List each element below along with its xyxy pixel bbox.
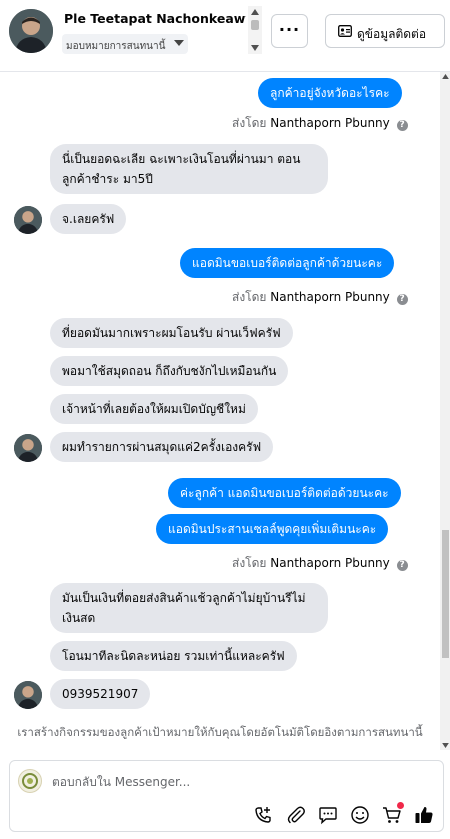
scrollbar-thumb[interactable] <box>251 20 259 30</box>
chevron-down-icon <box>174 40 184 46</box>
assign-label: มอบหมายการสนทนานี้ <box>66 41 166 52</box>
scroll-down-arrow-icon[interactable] <box>251 45 259 51</box>
sender-name[interactable]: Nanthaporn Pbunny <box>270 116 389 130</box>
contact-avatar[interactable] <box>9 9 53 53</box>
info-icon[interactable]: ? <box>396 294 408 305</box>
message-bubble-incoming: เจ้าหน้าที่เลยต้องให้ผมเปิดบัญชีใหม่ <box>50 394 258 424</box>
view-contact-label: ดูข้อมูลติดต่อ <box>357 27 427 41</box>
contact-avatar-small <box>14 206 42 234</box>
contact-card-icon <box>338 25 352 37</box>
assign-conversation-select[interactable]: มอบหมายการสนทนานี้ <box>62 34 188 54</box>
conversation-header: Ple Teetapat Nachonkeawyo มอบหมายการสนทน… <box>0 0 450 72</box>
thumbs-up-icon[interactable] <box>414 805 434 825</box>
scroll-down-arrow-icon[interactable] <box>442 743 449 748</box>
message-bubble-incoming: มันเป็นเงินที่ตอยส่งสินค้าแช้วลูกค้าไม่ย… <box>50 583 328 633</box>
phone-plus-icon[interactable] <box>253 805 273 825</box>
contact-name[interactable]: Ple Teetapat Nachonkeawyo <box>64 11 246 26</box>
chat-scrollbar[interactable] <box>440 72 450 750</box>
name-scrollbar[interactable] <box>248 6 262 54</box>
paperclip-icon[interactable] <box>286 805 306 825</box>
sent-by-prefix: ส่งโดย <box>232 290 267 304</box>
contact-avatar-small <box>14 681 42 709</box>
sent-by-label: ส่งโดย Nanthaporn Pbunny ? <box>232 554 408 573</box>
more-options-button[interactable]: ··· <box>271 14 308 48</box>
sender-name[interactable]: Nanthaporn Pbunny <box>270 556 389 570</box>
notification-dot <box>397 802 404 809</box>
sender-name[interactable]: Nanthaporn Pbunny <box>270 290 389 304</box>
message-bubble-outgoing: แอดมินขอเบอร์ติดต่อลูกค้าด้วยนะคะ <box>180 248 395 278</box>
reply-composer <box>9 760 444 832</box>
info-icon[interactable]: ? <box>396 120 408 131</box>
sent-by-prefix: ส่งโดย <box>232 556 267 570</box>
lead-activity-notice: เราสร้างกิจกรรมของลูกค้าเป้าหมายให้กับคุ… <box>17 725 423 739</box>
message-bubble-incoming: 0939521907 <box>50 679 151 709</box>
view-contact-button[interactable]: ดูข้อมูลติดต่อ <box>325 14 445 48</box>
contact-avatar-small <box>14 434 42 462</box>
page-avatar <box>18 769 42 793</box>
message-bubble-outgoing: ค่ะลูกค้า แอดมินขอเบอร์ติดต่อด้วยนะคะ <box>168 478 401 508</box>
sent-by-label: ส่งโดย Nanthaporn Pbunny ? <box>232 114 408 133</box>
sent-by-prefix: ส่งโดย <box>232 116 267 130</box>
message-bubble-outgoing: ลูกค้าอยู่จังหวัดอะไรคะ <box>258 78 402 108</box>
message-bubble-incoming: พอมาใช้สมุดถอน ก็ถึงกับชงักไปเหมือนกัน <box>50 356 289 386</box>
cart-button[interactable] <box>382 802 404 825</box>
message-bubble-incoming: นี่เป็นยอดฉะเลีย ฉะเพาะเงินโอนที่ผ่านมา … <box>50 144 328 194</box>
more-options-label: ··· <box>278 20 301 39</box>
scroll-up-arrow-icon[interactable] <box>251 9 259 15</box>
reply-input[interactable] <box>52 772 352 792</box>
chat-bubble-icon[interactable] <box>318 805 338 825</box>
message-bubble-incoming: ที่ยอดมันมากเพราะผมโอนรับ ผ่านเว็ฟครัฟ <box>50 318 293 348</box>
emoji-icon[interactable] <box>350 805 370 825</box>
scroll-up-arrow-icon[interactable] <box>442 74 449 79</box>
scrollbar-thumb[interactable] <box>442 530 449 658</box>
sent-by-label: ส่งโดย Nanthaporn Pbunny ? <box>232 288 408 307</box>
message-bubble-outgoing: แอดมินประสานเซลล์พูดคุยเพิ่มเติมนะคะ <box>156 514 389 544</box>
message-bubble-incoming: โอนมาทีละนิดละหน่อย รวมเท่านี้แหละครัฟ <box>50 641 297 671</box>
info-icon[interactable]: ? <box>396 560 408 571</box>
message-bubble-incoming: ผมทำรายการผ่านสมุดแค่2ครั้งเองครัฟ <box>50 432 274 462</box>
message-thread: ลูกค้าอยู่จังหวัดอะไรคะ ส่งโดย Nanthapor… <box>0 72 450 750</box>
message-bubble-incoming: จ.เลยครัฟ <box>50 204 127 234</box>
